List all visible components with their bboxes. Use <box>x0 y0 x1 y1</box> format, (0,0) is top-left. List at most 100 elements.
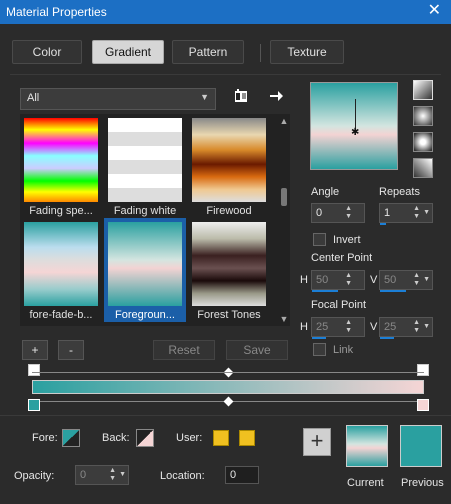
angle-handle-icon[interactable]: ✱ <box>351 127 359 138</box>
location-field[interactable]: 0 <box>225 466 259 484</box>
angle-spinner[interactable]: 0 ▲ ▼ <box>311 203 365 223</box>
scroll-down-icon[interactable]: ▼ <box>278 314 290 324</box>
repeats-slider-fill <box>380 223 386 225</box>
gradient-editor-bar[interactable] <box>32 380 424 394</box>
focal-h-spinner[interactable]: 25 ▲ ▼ <box>311 317 365 339</box>
center-point-label: Center Point <box>311 252 373 264</box>
focal-v-slider-fill <box>380 337 394 339</box>
invert-checkbox[interactable] <box>313 233 326 246</box>
tab-texture[interactable]: Texture <box>270 40 344 64</box>
focal-h-label: H <box>300 321 308 333</box>
scroll-thumb[interactable] <box>281 188 287 206</box>
save-button[interactable]: Save <box>226 340 288 360</box>
close-icon[interactable]: ✕ <box>428 3 441 19</box>
library-scrollbar[interactable]: ▲ ▼ <box>278 114 290 326</box>
center-v-slider-fill <box>380 290 406 292</box>
user-label: User: <box>176 432 203 444</box>
spin-arrows-icon[interactable]: ▲ ▼ <box>413 319 420 335</box>
opacity-spinner[interactable]: 0 ▲ ▼ ▼ <box>75 465 129 485</box>
category-dropdown[interactable]: All ▼ <box>20 88 216 110</box>
tab-pattern[interactable]: Pattern <box>172 40 244 64</box>
chevron-down-icon[interactable]: ▼ <box>119 471 126 478</box>
fore-color-chip[interactable] <box>62 429 80 447</box>
add-gradient-button[interactable]: + <box>22 340 48 360</box>
focal-h-value: 25 <box>316 321 329 333</box>
invert-label: Invert <box>333 234 361 246</box>
repeats-value: 1 <box>384 207 391 219</box>
divider <box>0 415 451 416</box>
resource-manager-icon[interactable] <box>233 88 249 104</box>
link-label: Link <box>333 344 354 356</box>
spin-arrows-icon[interactable]: ▲ ▼ <box>413 205 420 221</box>
linear-style-button[interactable] <box>413 80 433 100</box>
center-v-label: V <box>370 274 378 286</box>
add-swatch-button[interactable]: + <box>303 428 331 456</box>
focal-v-spinner[interactable]: 25 ▲ ▼ ▼ <box>379 317 433 339</box>
repeats-spinner[interactable]: 1 ▲ ▼ ▼ <box>379 203 433 225</box>
gradient-label: Fading spe... <box>29 205 93 217</box>
color-stop-start[interactable] <box>28 399 40 411</box>
center-h-spinner[interactable]: 50 ▲ ▼ <box>311 270 365 292</box>
tab-gradient[interactable]: Gradient <box>92 40 164 64</box>
gradient-thumb[interactable]: fore-fade-b... <box>20 218 102 322</box>
focal-v-value: 25 <box>384 321 397 333</box>
gradient-edge-top <box>32 372 424 373</box>
center-h-label: H <box>300 274 308 286</box>
spin-arrows-icon[interactable]: ▲ ▼ <box>345 272 352 288</box>
location-label: Location: <box>160 470 205 482</box>
focal-h-slider-fill <box>312 337 326 339</box>
gradient-label: Firewood <box>206 205 252 217</box>
transparency-stop-start[interactable] <box>28 364 40 376</box>
previous-label: Previous <box>401 477 444 489</box>
gradient-thumb[interactable]: Firewood <box>188 114 270 218</box>
gradient-thumb-selected[interactable]: Foregroun... <box>104 218 186 322</box>
gradient-swatch <box>108 222 182 306</box>
opacity-label: Opacity: <box>14 470 55 482</box>
focal-v-label: V <box>370 321 378 333</box>
transparency-stop-end[interactable] <box>417 364 429 376</box>
tab-bar: Color Gradient Pattern Texture <box>0 34 451 72</box>
gradient-thumb[interactable]: Fading spe... <box>20 114 102 218</box>
chevron-down-icon[interactable]: ▼ <box>423 323 430 330</box>
previous-swatch[interactable] <box>400 425 442 467</box>
center-v-spinner[interactable]: 50 ▲ ▼ ▼ <box>379 270 433 292</box>
reset-button[interactable]: Reset <box>153 340 215 360</box>
gradient-thumb[interactable]: Forest Tones <box>188 218 270 322</box>
user-color-chip[interactable] <box>213 430 229 446</box>
focal-point-label: Focal Point <box>311 299 367 311</box>
scroll-up-icon[interactable]: ▲ <box>278 116 290 126</box>
angle-label: Angle <box>311 186 340 198</box>
remove-gradient-button[interactable]: - <box>58 340 84 360</box>
chevron-down-icon: ▼ <box>200 92 209 102</box>
spin-arrows-icon[interactable]: ▲ ▼ <box>345 319 352 335</box>
gradient-swatch <box>24 222 98 306</box>
back-color-chip[interactable] <box>136 429 154 447</box>
gradient-label: Foregroun... <box>115 309 175 321</box>
gradient-label: fore-fade-b... <box>29 309 93 321</box>
location-value: 0 <box>230 469 237 481</box>
repeats-label: Repeats <box>379 186 420 198</box>
gradient-swatch <box>24 118 98 202</box>
color-midpoint[interactable] <box>223 396 234 407</box>
center-h-slider-fill <box>312 290 338 292</box>
gradient-preview[interactable]: ✱ <box>310 82 398 170</box>
spin-arrows-icon[interactable]: ▲ ▼ <box>345 205 352 221</box>
arrow-right-icon[interactable] <box>268 88 284 104</box>
title-bar: Material Properties ✕ <box>0 0 451 24</box>
gradient-library: Fading spe... Fading white Firewood fore… <box>20 114 278 326</box>
tab-color[interactable]: Color <box>12 40 82 64</box>
chevron-down-icon[interactable]: ▼ <box>423 209 430 216</box>
user-color-chip[interactable] <box>239 430 255 446</box>
sunburst-style-button[interactable] <box>413 158 433 178</box>
spin-arrows-icon[interactable]: ▲ ▼ <box>109 467 116 483</box>
color-stop-end[interactable] <box>417 399 429 411</box>
current-swatch[interactable] <box>346 425 388 467</box>
rectangular-style-button[interactable] <box>413 106 433 126</box>
spin-arrows-icon[interactable]: ▲ ▼ <box>413 272 420 288</box>
gradient-thumb[interactable]: Fading white <box>104 114 186 218</box>
gradient-label: Forest Tones <box>197 309 261 321</box>
angle-value: 0 <box>316 207 323 219</box>
link-checkbox[interactable] <box>313 343 326 356</box>
radial-style-button[interactable] <box>413 132 433 152</box>
chevron-down-icon[interactable]: ▼ <box>423 276 430 283</box>
